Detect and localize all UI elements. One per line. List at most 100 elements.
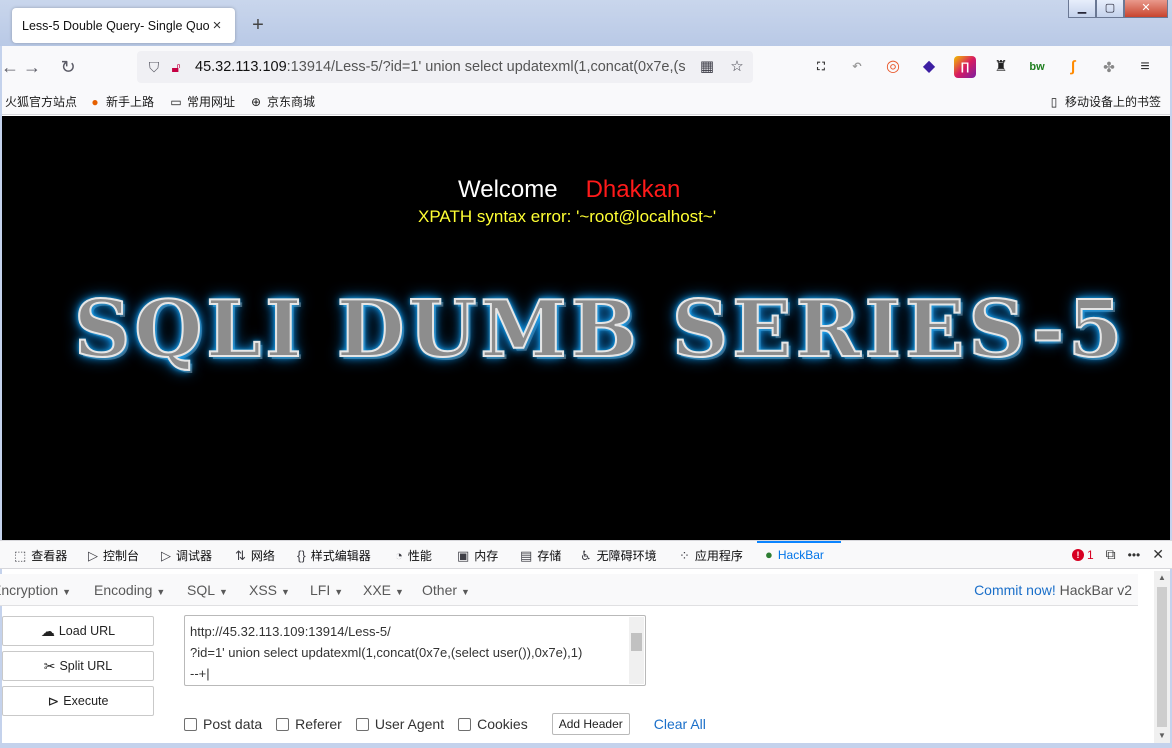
play-circle-icon: ⊳ <box>47 692 60 709</box>
url-path: :13914/Less-5/?id=1' union select update… <box>286 59 685 75</box>
close-icon[interactable]: × <box>209 17 225 34</box>
crop-icon[interactable]: ⛶ <box>810 56 832 78</box>
clear-all-link[interactable]: Clear All <box>654 716 706 732</box>
welcome-user: Dhakkan <box>585 176 681 203</box>
menu-lfi[interactable]: LFI ▼ <box>310 582 343 598</box>
welcome-line: Welcome Dhakkan <box>458 176 680 204</box>
tab-inspector[interactable]: ⬚ 查看器 <box>14 547 67 564</box>
back-icon[interactable]: ← <box>0 57 20 77</box>
undo-icon[interactable]: ↶ <box>846 56 868 78</box>
active-tab-indicator <box>757 541 841 543</box>
error-count-badge[interactable]: ! 1 <box>1071 548 1094 562</box>
insecure-lock-icon[interactable]: 🔓︎ <box>167 58 185 76</box>
menu-label: Other <box>422 582 458 598</box>
menu-encoding[interactable]: Encoding ▼ <box>94 582 165 598</box>
tab-hackbar[interactable]: ● HackBar <box>765 547 824 562</box>
textarea-scrollbar[interactable] <box>629 617 644 684</box>
referer-checkbox[interactable]: Referer <box>276 716 342 732</box>
hackbar-version: HackBar v2 <box>1059 582 1132 598</box>
circle-extension-icon[interactable]: ◎ <box>882 56 904 78</box>
scrollbar-thumb[interactable] <box>1157 587 1167 727</box>
maximize-button[interactable]: ▢ <box>1096 0 1124 18</box>
tab-label: 样式编辑器 <box>310 549 371 563</box>
menu-sql[interactable]: SQL ▼ <box>187 582 228 598</box>
menu-xxe[interactable]: XXE ▼ <box>363 582 404 598</box>
bookmark-item[interactable]: ▭ 常用网址 <box>169 93 235 110</box>
url-text[interactable]: 45.32.113.109:13914/Less-5/?id=1' union … <box>195 59 685 75</box>
new-tab-button[interactable]: + <box>247 14 269 36</box>
wave-extension-icon[interactable]: ∫ <box>1062 56 1084 78</box>
forward-icon[interactable]: → <box>22 57 42 77</box>
bookmark-star-icon[interactable]: ☆ <box>727 57 747 77</box>
window-controls: ▁ ▢ ✕ <box>1068 0 1168 18</box>
url-textarea-value: http://45.32.113.109:13914/Less-5/ ?id=1… <box>190 624 583 681</box>
tab-memory[interactable]: ▣ 内存 <box>457 547 498 564</box>
error-message: XPATH syntax error: '~root@localhost~' <box>418 207 717 226</box>
chevron-down-icon: ▼ <box>395 587 404 597</box>
button-label: Execute <box>63 694 109 708</box>
tab-console[interactable]: ▷ 控制台 <box>88 547 139 564</box>
mobile-bookmarks[interactable]: ▯ 移动设备上的书签 <box>1047 93 1161 110</box>
post-data-checkbox[interactable]: Post data <box>184 716 262 732</box>
checkbox-box[interactable] <box>184 717 197 731</box>
split-url-button[interactable]: ✂ Split URL <box>2 651 154 681</box>
bookmark-label: 京东商城 <box>267 95 316 109</box>
bookmark-item[interactable]: ⊕ 京东商城 <box>249 93 315 110</box>
chevron-down-icon: ▼ <box>461 587 470 597</box>
scroll-down-icon[interactable]: ▼ <box>1154 729 1170 743</box>
bookmark-item[interactable]: 火狐官方站点 <box>5 93 77 110</box>
globe-icon: ⊕ <box>250 94 262 109</box>
grid-extension-icon[interactable]: ∏ <box>954 56 976 78</box>
puzzle-icon[interactable]: ✤ <box>1098 56 1120 78</box>
load-url-button[interactable]: ☁ Load URL <box>2 616 154 646</box>
checkbox-box[interactable] <box>458 717 472 731</box>
browser-tab[interactable]: Less-5 Double Query- Single Quotes- Stri… <box>12 8 235 43</box>
dock-icon[interactable]: ⧉ <box>1106 546 1116 563</box>
url-bar[interactable]: ⛉ 🔓︎ 45.32.113.109:13914/Less-5/?id=1' u… <box>137 51 753 83</box>
add-header-button[interactable]: Add Header <box>551 713 630 735</box>
diamond-extension-icon[interactable]: ◆ <box>918 56 940 78</box>
menu-encryption[interactable]: Encryption▼ <box>0 582 71 598</box>
menu-label: Encoding <box>94 582 153 598</box>
url-textarea[interactable]: http://45.32.113.109:13914/Less-5/ ?id=1… <box>184 615 646 686</box>
minimize-button[interactable]: ▁ <box>1068 0 1096 18</box>
cookies-checkbox[interactable]: Cookies <box>458 716 528 732</box>
menu-other[interactable]: Other ▼ <box>422 582 470 598</box>
tab-label: HackBar <box>777 547 824 562</box>
menu-icon[interactable]: ≡ <box>1134 56 1156 78</box>
user-agent-checkbox[interactable]: User Agent <box>355 716 444 732</box>
checkbox-box[interactable] <box>276 717 290 731</box>
chevron-down-icon: ▼ <box>62 587 72 597</box>
bookmark-label: 移动设备上的书签 <box>1065 95 1162 109</box>
devtools-scrollbar[interactable]: ▲ ▼ <box>1154 571 1170 743</box>
tab-storage[interactable]: ▤ 存储 <box>520 547 561 564</box>
execute-button[interactable]: ⊳ Execute <box>2 686 154 716</box>
bookmark-label: 火狐官方站点 <box>5 95 78 109</box>
scroll-up-icon[interactable]: ▲ <box>1154 571 1170 585</box>
chevron-down-icon: ▼ <box>219 587 228 597</box>
shield-icon[interactable]: ⛉ <box>145 58 163 76</box>
tab-application[interactable]: ⁘ 应用程序 <box>679 547 743 564</box>
window-close-button[interactable]: ✕ <box>1124 0 1168 18</box>
tab-label: 性能 <box>407 549 432 563</box>
error-icon: ! <box>1071 548 1084 561</box>
more-menu-icon[interactable]: ••• <box>1128 548 1141 562</box>
agent-extension-icon[interactable]: ♜ <box>990 56 1012 78</box>
reload-icon[interactable]: ↻ <box>58 57 78 77</box>
menu-label: SQL <box>187 582 216 598</box>
scrollbar-thumb[interactable] <box>631 633 642 651</box>
commit-link[interactable]: Commit now! <box>974 582 1056 598</box>
tab-accessibility[interactable]: ♿ 无障碍环境 <box>580 547 657 564</box>
tab-debugger[interactable]: ▷ 调试器 <box>161 547 212 564</box>
qr-code-icon[interactable]: ▦ <box>697 57 717 77</box>
bookmark-item[interactable]: ● 新手上路 <box>88 93 154 110</box>
checkbox-box[interactable] <box>355 717 369 731</box>
tab-network[interactable]: ⇅ 网络 <box>235 547 275 564</box>
bw-extension-icon[interactable]: bw <box>1026 56 1048 78</box>
bookmark-label: 常用网址 <box>187 95 236 109</box>
tab-performance[interactable]: ◔ 性能 <box>395 547 432 564</box>
menu-xss[interactable]: XSS ▼ <box>249 582 290 598</box>
tab-style-editor[interactable]: {} 样式编辑器 <box>297 547 371 564</box>
close-devtools-icon[interactable]: ✕ <box>1152 546 1164 563</box>
hackbar-menu: Encryption▼ Encoding▼ SQL▼ XSS▼ LFI▼ XXE… <box>0 574 1138 606</box>
